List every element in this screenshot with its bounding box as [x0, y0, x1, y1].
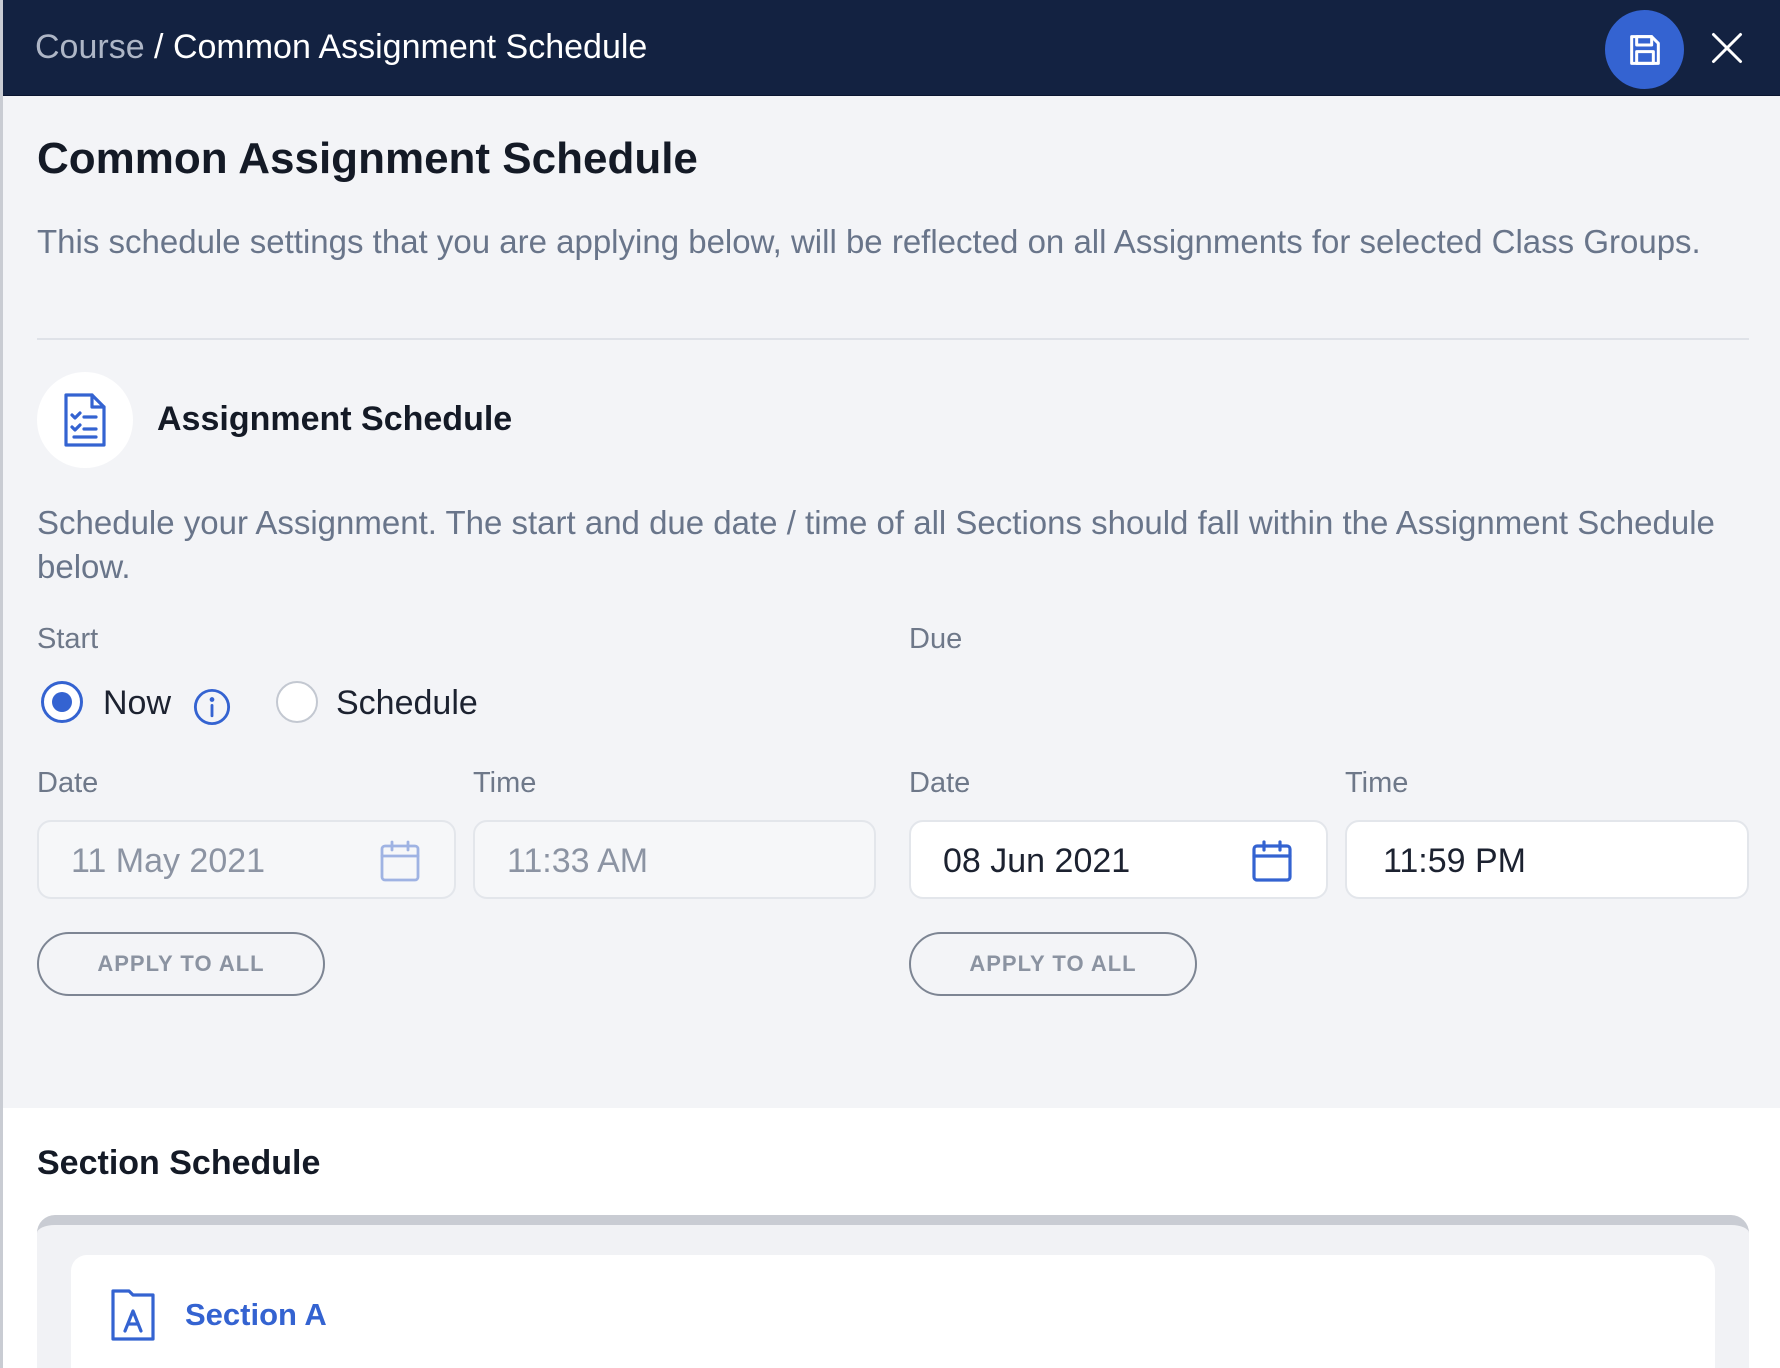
breadcrumb-parent[interactable]: Course: [35, 28, 145, 66]
start-date-field: 11 May 2021: [37, 820, 456, 899]
calendar-icon: [380, 840, 420, 882]
divider: [37, 338, 1749, 340]
section-schedule-area: Section Schedule Section A: [3, 1108, 1780, 1368]
start-now-label[interactable]: Now: [103, 684, 171, 723]
start-time-value: 11:33 AM: [507, 842, 649, 880]
due-time-value: 11:59 PM: [1383, 842, 1527, 880]
assignment-schedule-icon-badge: [37, 372, 133, 468]
page-description: This schedule settings that you are appl…: [37, 223, 1701, 260]
checklist-document-icon: [64, 393, 106, 447]
start-schedule-radio[interactable]: [276, 681, 318, 723]
schedule-modal: Course / Common Assignment Schedule Comm…: [0, 0, 1780, 1368]
start-schedule-label[interactable]: Schedule: [336, 684, 478, 723]
assignment-schedule-title: Assignment Schedule: [157, 400, 513, 438]
due-apply-to-all-button[interactable]: APPLY TO ALL: [909, 932, 1197, 996]
save-button[interactable]: [1605, 10, 1684, 89]
list-item[interactable]: Section A: [71, 1255, 1715, 1368]
start-time-label: Time: [473, 767, 537, 799]
section-a-link[interactable]: Section A: [185, 1297, 327, 1333]
start-now-radio[interactable]: [41, 681, 83, 723]
breadcrumb: Course / Common Assignment Schedule: [35, 28, 647, 67]
breadcrumb-current: Common Assignment Schedule: [172, 28, 648, 66]
due-date-value: 08 Jun 2021: [943, 842, 1131, 880]
breadcrumb-separator: /: [144, 28, 173, 66]
due-time-field[interactable]: 11:59 PM: [1345, 820, 1749, 899]
section-a-document-icon: [111, 1289, 155, 1341]
due-label: Due: [909, 623, 963, 655]
section-schedule-title: Section Schedule: [37, 1144, 321, 1182]
close-button[interactable]: [1703, 24, 1751, 72]
start-date-label: Date: [37, 767, 99, 799]
close-icon: [1712, 33, 1742, 63]
info-icon[interactable]: [193, 688, 231, 726]
start-apply-to-all-button[interactable]: APPLY TO ALL: [37, 932, 325, 996]
start-date-value: 11 May 2021: [71, 842, 266, 880]
due-date-field[interactable]: 08 Jun 2021: [909, 820, 1328, 899]
start-time-field: 11:33 AM: [473, 820, 876, 899]
assignment-schedule-description: Schedule your Assignment. The start and …: [37, 504, 1715, 585]
due-date-label: Date: [909, 767, 971, 799]
page-title: Common Assignment Schedule: [37, 134, 698, 183]
calendar-icon[interactable]: [1252, 840, 1292, 882]
top-bar: Course / Common Assignment Schedule: [3, 0, 1780, 96]
save-disk-icon: [1629, 34, 1660, 65]
due-time-label: Time: [1345, 767, 1409, 799]
section-list: Section A: [37, 1215, 1749, 1368]
start-label: Start: [37, 623, 99, 655]
